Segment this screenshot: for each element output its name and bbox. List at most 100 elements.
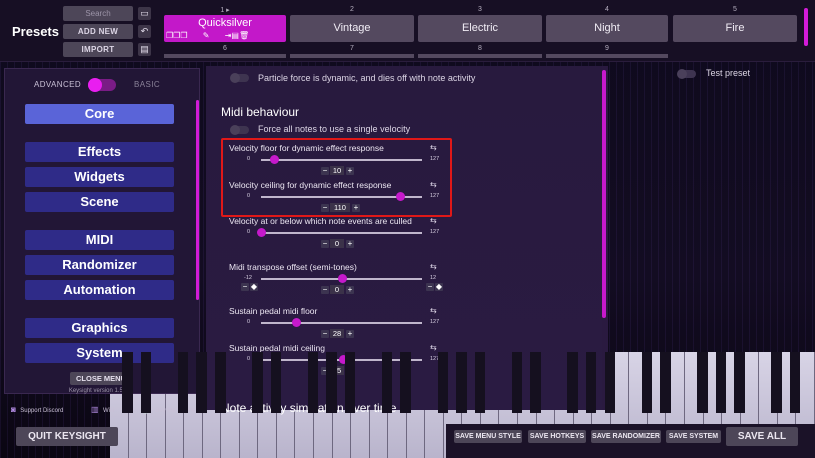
section-heading-midi: Midi behaviour <box>221 105 300 119</box>
decrement-button[interactable]: − <box>321 240 329 248</box>
import-button[interactable]: IMPORT <box>63 42 133 57</box>
preset-slot-row2[interactable] <box>546 54 668 58</box>
test-preset-toggle[interactable] <box>677 69 696 79</box>
preset-slot-row2[interactable] <box>164 54 286 58</box>
menu-item-effects[interactable]: Effects <box>25 142 174 162</box>
save-disk-icon[interactable]: ▤ <box>231 31 239 40</box>
increment-button[interactable]: + <box>346 240 354 248</box>
preset-slot-row2[interactable] <box>418 54 542 58</box>
piano-black-key <box>344 352 356 414</box>
save-all-button[interactable]: SAVE ALL <box>726 427 798 446</box>
decrement-button[interactable]: − <box>321 330 329 338</box>
increment-button[interactable]: + <box>346 330 354 338</box>
save-hotkeys-button[interactable]: SAVE HOTKEYS <box>528 430 586 443</box>
piano-black-key <box>215 352 226 414</box>
slider-track[interactable] <box>261 232 422 234</box>
menu-item-core[interactable]: Core <box>25 104 174 124</box>
trash-icon[interactable]: 🗑 <box>239 31 249 40</box>
preset-slot-number: 5 <box>733 6 737 13</box>
piano-black-key <box>567 352 578 414</box>
slider-min: -12 <box>244 275 252 281</box>
increment-button[interactable]: − <box>426 283 434 291</box>
wiki-link[interactable]: ▥ Wiki <box>91 399 114 417</box>
save-randomizer-button[interactable]: SAVE RANDOMIZER <box>591 430 661 443</box>
slider-value[interactable]: 0 <box>330 239 344 248</box>
slider-title: Sustain pedal midi floor <box>229 306 318 316</box>
piano-black-key <box>456 352 467 414</box>
save-disk-icon[interactable]: ▤ <box>138 43 151 56</box>
menu-item-widgets[interactable]: Widgets <box>25 167 174 187</box>
increment-fine-button[interactable]: ◆ <box>435 283 443 291</box>
preset-slot-night[interactable]: Night <box>546 15 668 42</box>
reset-icon[interactable]: ⇆ <box>430 343 437 352</box>
save-system-button[interactable]: SAVE SYSTEM <box>666 430 721 443</box>
slider-track[interactable] <box>261 322 422 324</box>
preset-name: Quicksilver <box>198 17 252 29</box>
piano-black-key <box>196 352 207 414</box>
piano-black-key <box>400 352 411 414</box>
preset-slot-number: 8 <box>478 45 482 52</box>
slider-max: 127 <box>430 319 440 325</box>
slider-value[interactable]: 28 <box>330 329 344 338</box>
preset-slot-number: 4 <box>605 6 609 13</box>
preset-slot-vintage[interactable]: Vintage <box>290 15 414 42</box>
decrement-fine-button[interactable]: ◆ <box>250 283 258 291</box>
preset-slot-number: 1 ▸ <box>220 7 230 14</box>
reset-icon[interactable]: ⇆ <box>430 306 437 315</box>
piano-black-key <box>789 352 801 414</box>
decrement-button[interactable]: − <box>321 286 329 294</box>
menu-scrollbar[interactable] <box>196 100 199 300</box>
highlight-box <box>221 138 452 217</box>
menu-item-midi[interactable]: MIDI <box>25 230 174 250</box>
piano-black-key <box>604 352 616 414</box>
menu-mode-toggle[interactable] <box>88 78 116 92</box>
particle-force-toggle[interactable] <box>230 73 249 83</box>
copy-icon[interactable]: ❐ <box>180 31 187 40</box>
slider-handle[interactable] <box>337 274 347 283</box>
piano-black-key <box>122 352 133 414</box>
piano-black-key <box>734 352 745 414</box>
piano-black-key <box>697 352 708 414</box>
preset-slot-number: 6 <box>223 45 227 52</box>
slider-min: 0 <box>247 356 251 362</box>
search-input[interactable] <box>63 6 133 21</box>
menu-item-automation[interactable]: Automation <box>25 280 174 300</box>
save-menu-style-button[interactable]: SAVE MENU STYLE <box>454 430 522 443</box>
menu-item-system[interactable]: System <box>25 343 174 363</box>
slider-min: 0 <box>247 229 251 235</box>
menu-item-scene[interactable]: Scene <box>25 192 174 212</box>
presets-scrollbar[interactable] <box>804 8 808 46</box>
slider-handle[interactable] <box>257 228 266 237</box>
single-velocity-text: Force all notes to use a single velocity <box>258 124 411 134</box>
support-discord-link[interactable]: ◙ Support Discord <box>11 399 63 417</box>
play-icon: ▸ <box>226 7 230 14</box>
piano-black-key <box>326 352 337 414</box>
piano-black-key <box>270 352 282 414</box>
edit-icon[interactable]: ✎ <box>203 31 210 40</box>
preset-slot-fire[interactable]: Fire <box>673 15 797 42</box>
menu-item-graphics[interactable]: Graphics <box>25 318 174 338</box>
piano-black-key <box>715 352 727 414</box>
slider-title: Velocity at or below which note events a… <box>229 216 412 226</box>
single-velocity-toggle[interactable] <box>230 125 249 135</box>
increment-button[interactable]: + <box>346 286 354 294</box>
reset-icon[interactable]: ⇆ <box>430 216 437 225</box>
quit-button[interactable]: QUIT KEYSIGHT <box>16 427 118 446</box>
menu-item-randomizer[interactable]: Randomizer <box>25 255 174 275</box>
decrement-button[interactable]: − <box>241 283 249 291</box>
piano-black-key <box>437 352 449 414</box>
preset-slot-quicksilver[interactable]: Quicksilver ❐❐❐ ✎ ⇥▤🗑 <box>164 15 286 42</box>
undo-icon[interactable]: ↶ <box>138 25 151 38</box>
add-new-button[interactable]: ADD NEW <box>63 24 133 39</box>
piano-black-key <box>140 352 152 414</box>
preset-slot-number: 3 <box>478 6 482 13</box>
reset-icon[interactable]: ⇆ <box>430 262 437 271</box>
piano-black-key <box>660 352 671 414</box>
folder-icon[interactable]: ▭ <box>138 7 151 20</box>
settings-scrollbar[interactable] <box>602 70 606 318</box>
preset-slot-row2[interactable] <box>290 54 414 58</box>
slider-value[interactable]: 0 <box>330 285 344 294</box>
preset-slot-electric[interactable]: Electric <box>418 15 542 42</box>
slider-max: 12 <box>430 275 437 281</box>
slider-max: 127 <box>430 229 440 235</box>
